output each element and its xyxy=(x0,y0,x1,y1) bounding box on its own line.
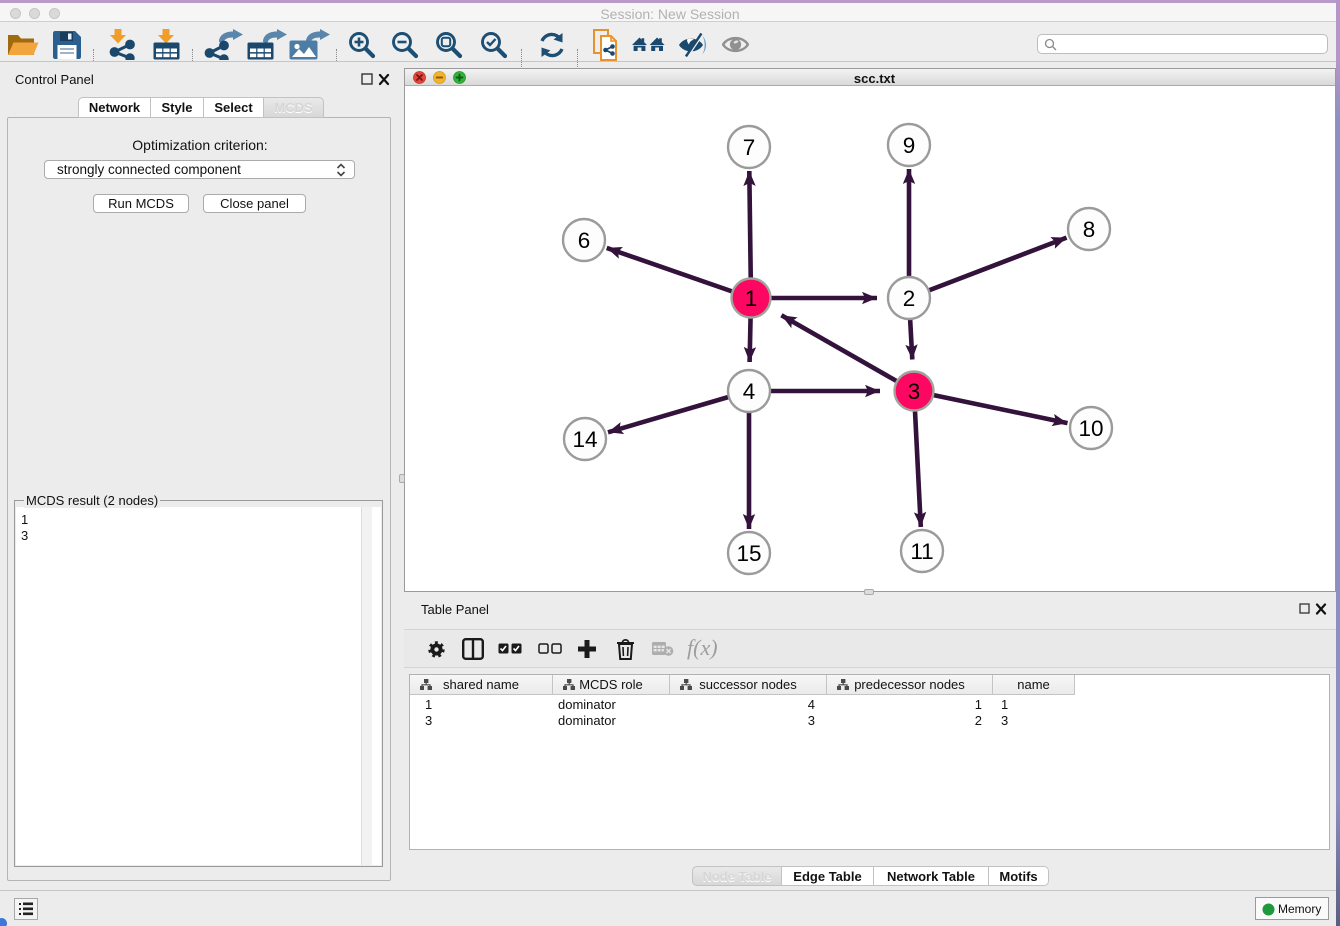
svg-text:9: 9 xyxy=(903,133,916,158)
svg-text:11: 11 xyxy=(910,539,933,564)
svg-text:3: 3 xyxy=(908,379,921,404)
svg-text:8: 8 xyxy=(1083,217,1096,242)
svg-text:15: 15 xyxy=(736,541,761,566)
svg-text:1: 1 xyxy=(745,286,758,311)
svg-text:6: 6 xyxy=(578,228,591,253)
svg-text:2: 2 xyxy=(903,286,916,311)
svg-text:14: 14 xyxy=(572,427,597,452)
svg-text:10: 10 xyxy=(1078,416,1103,441)
svg-text:4: 4 xyxy=(743,379,756,404)
svg-text:7: 7 xyxy=(743,135,756,160)
